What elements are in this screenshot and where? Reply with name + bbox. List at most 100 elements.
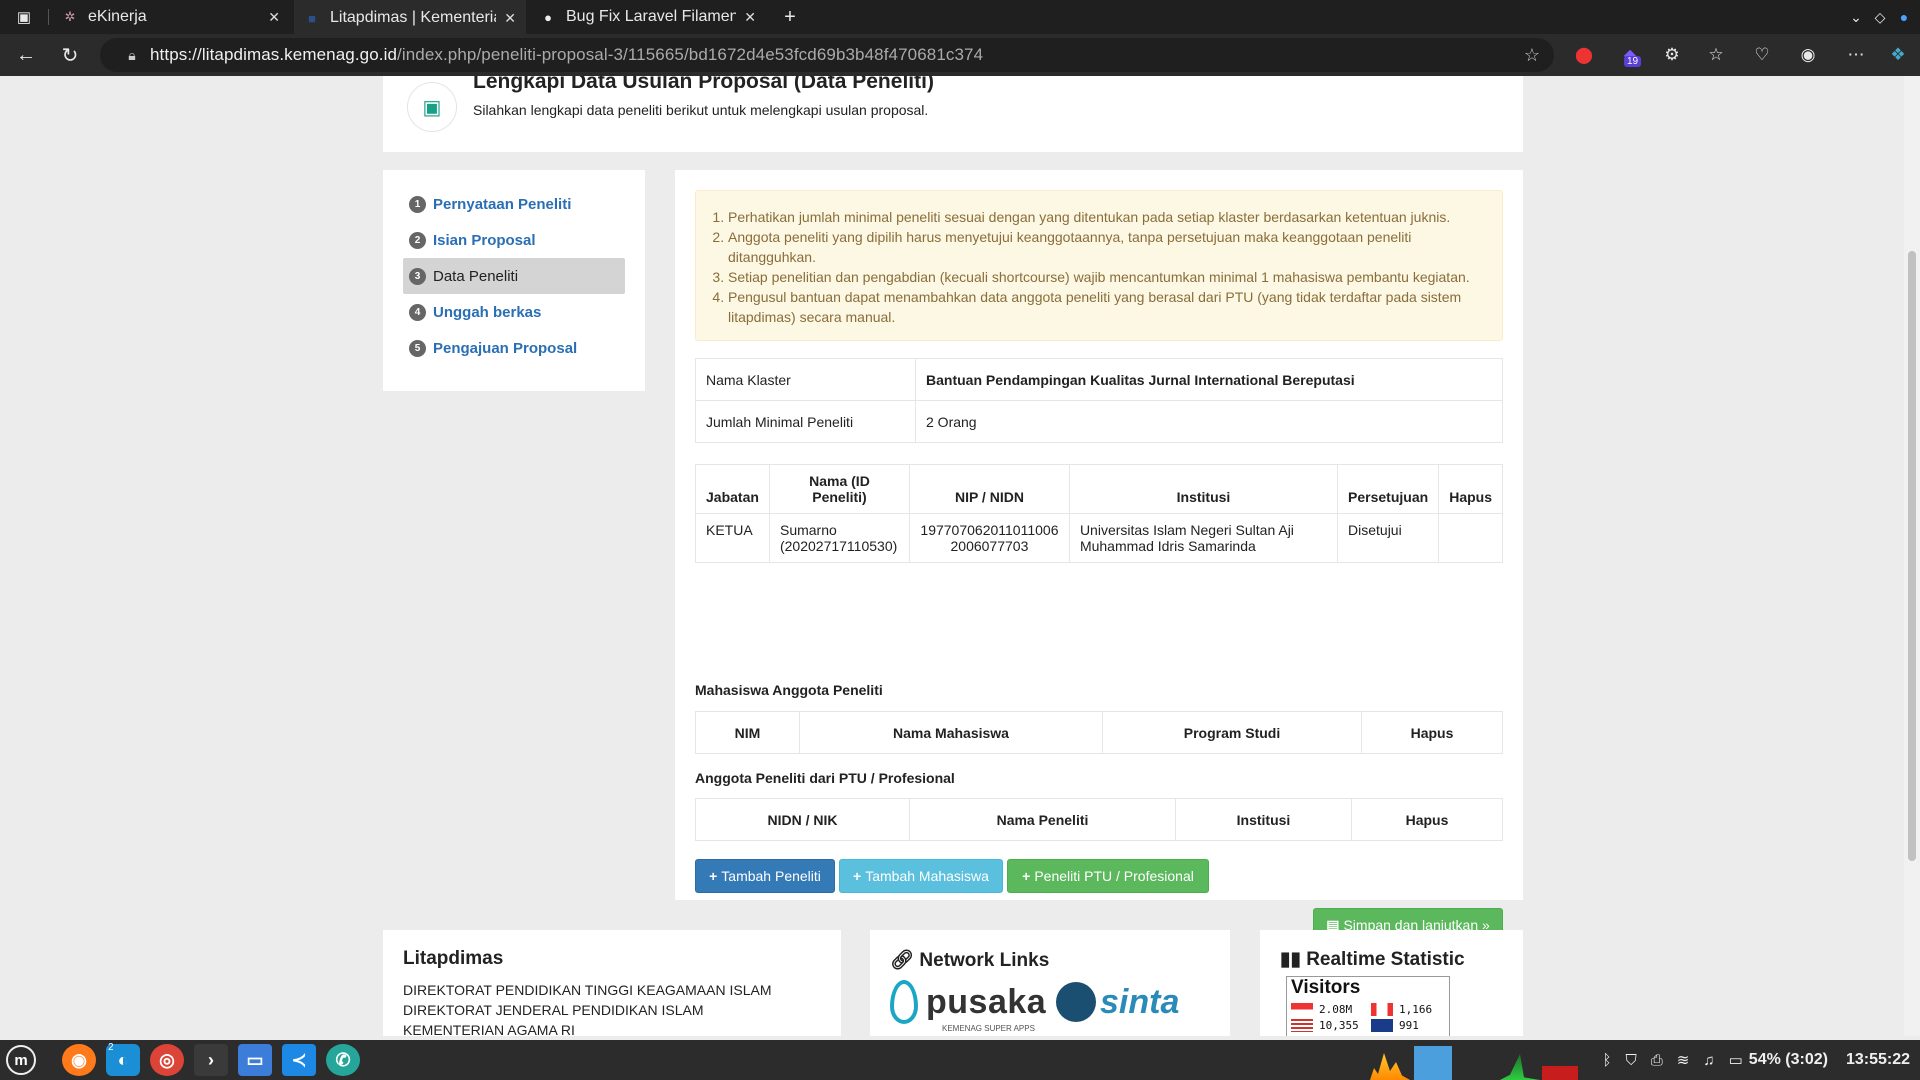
- peneliti-table: Jabatan Nama (ID Peneliti) NIP / NIDN In…: [695, 464, 1503, 563]
- new-tab-icon[interactable]: +: [776, 3, 804, 31]
- back-arrow-icon[interactable]: ←: [12, 41, 40, 69]
- tab-bug-fix[interactable]: ● Bug Fix Laravel Filament ✕: [530, 0, 766, 34]
- wifi-icon[interactable]: ≋: [1677, 1051, 1690, 1069]
- reload-icon[interactable]: ↻: [56, 41, 84, 69]
- visitor-row-id: 2.08M: [1291, 1003, 1352, 1016]
- step-pengajuan-proposal[interactable]: 5 Pengajuan Proposal: [403, 330, 625, 366]
- footer-litapdimas: Litapdimas DIREKTORAT PENDIDIKAN TINGGI …: [383, 930, 841, 1036]
- battery-status[interactable]: 54% (3:02): [1749, 1051, 1828, 1069]
- jumlah-label: Jumlah Minimal Peneliti: [695, 400, 916, 443]
- col-nama: Nama (ID Peneliti): [768, 464, 910, 514]
- close-icon[interactable]: ✕: [504, 10, 516, 27]
- footer-title: ▮▮ Realtime Statistic: [1280, 949, 1465, 970]
- memory-graph: [1414, 1046, 1452, 1080]
- clock[interactable]: 13:55:22: [1846, 1051, 1910, 1069]
- favorites-icon[interactable]: ☆: [1702, 41, 1730, 69]
- page-title: Lengkapi Data Usulan Proposal (Data Pene…: [473, 76, 934, 93]
- visitor-row-us: 10,355: [1291, 1019, 1359, 1032]
- bluetooth-icon[interactable]: ᛒ: [1602, 1052, 1611, 1069]
- sinta-logo-link[interactable]: sinta: [1056, 982, 1179, 1022]
- notice-item: Pengusul bantuan dapat menambahkan data …: [728, 287, 1484, 327]
- battery-icon[interactable]: ▭: [1729, 1051, 1743, 1069]
- scrollbar-thumb[interactable]: [1908, 251, 1916, 861]
- step-isian-proposal[interactable]: 2 Isian Proposal: [403, 222, 625, 258]
- col-nidn-nik: NIDN / NIK: [695, 798, 910, 841]
- browser-essentials-icon[interactable]: ♡: [1748, 41, 1776, 69]
- github-favicon: ●: [544, 9, 552, 25]
- col-hapus: Hapus: [1361, 711, 1503, 754]
- cell-nip: 197707062011011006: [920, 522, 1059, 538]
- col-nip-nidn: NIP / NIDN: [908, 464, 1070, 514]
- tab-label: Bug Fix Laravel Filament: [566, 8, 737, 25]
- data-peneliti-form: Perhatikan jumlah minimal peneliti sesua…: [675, 170, 1523, 942]
- col-persetujuan: Persetujuan: [1337, 464, 1440, 514]
- table-row: Jumlah Minimal Peneliti 2 Orang: [695, 400, 1503, 443]
- tab-litapdimas[interactable]: ■ Litapdimas | Kementeria ✕: [294, 0, 526, 34]
- step-label: Unggah berkas: [433, 303, 542, 321]
- terminal-icon[interactable]: ›: [194, 1044, 228, 1076]
- tab-separator: [48, 9, 49, 25]
- phone-app-icon[interactable]: ✆: [326, 1044, 360, 1076]
- close-icon[interactable]: ✕: [744, 9, 756, 26]
- mahasiswa-table: NIM Nama Mahasiswa Program Studi Hapus: [695, 711, 1503, 754]
- extension-red-icon[interactable]: ⬤: [1570, 41, 1598, 69]
- footer-realtime-statistic: ▮▮ Realtime Statistic Visitors 2.08M 1,1…: [1260, 930, 1523, 1036]
- step-unggah-berkas[interactable]: 4 Unggah berkas: [403, 294, 625, 330]
- visitor-row-au: 991: [1371, 1019, 1419, 1032]
- plus-icon: +: [1022, 868, 1031, 884]
- tab-overview-icon[interactable]: ▣: [10, 3, 38, 31]
- step-pernyataan-peneliti[interactable]: 1 Pernyataan Peneliti: [403, 186, 625, 222]
- pusaka-logo-link[interactable]: pusaka KEMENAG SUPER APPS: [890, 980, 1046, 1033]
- col-hapus: Hapus: [1438, 464, 1503, 514]
- pusaka-drop-icon: [890, 980, 918, 1024]
- audio-icon[interactable]: ♫: [1703, 1052, 1714, 1069]
- tambah-peneliti-button[interactable]: + Tambah Peneliti: [695, 859, 835, 893]
- url-text: https://litapdimas.kemenag.go.id/index.p…: [150, 45, 984, 64]
- extensions-puzzle-icon[interactable]: ⚙: [1658, 41, 1686, 69]
- tambah-mahasiswa-button[interactable]: + Tambah Mahasiswa: [839, 859, 1003, 893]
- jumlah-value: 2 Orang: [915, 400, 1503, 443]
- table-row: Nama Klaster Bantuan Pendampingan Kualit…: [695, 358, 1503, 401]
- page-viewport: ▣ Lengkapi Data Usulan Proposal (Data Pe…: [0, 76, 1904, 1036]
- cell-hapus: [1438, 513, 1503, 563]
- vscode-icon[interactable]: ≺: [282, 1044, 316, 1076]
- footer-title: Litapdimas: [403, 948, 504, 969]
- link-icon: 🔗︎: [890, 950, 920, 971]
- col-nama-peneliti: Nama Peneliti: [909, 798, 1176, 841]
- cell-nidn: 2006077703: [950, 538, 1029, 554]
- browser-profile-icon[interactable]: ●: [1890, 3, 1918, 31]
- address-bar[interactable]: 🔒︎ https://litapdimas.kemenag.go.id/inde…: [100, 38, 1554, 72]
- peneliti-ptu-button[interactable]: + Peneliti PTU / Profesional: [1007, 859, 1209, 893]
- col-program-studi: Program Studi: [1102, 711, 1362, 754]
- table-header-row: NIM Nama Mahasiswa Program Studi Hapus: [695, 711, 1503, 754]
- page-scrollbar[interactable]: [1904, 76, 1920, 1036]
- col-institusi: Institusi: [1175, 798, 1352, 841]
- chrome-icon[interactable]: ◎: [150, 1044, 184, 1076]
- bar-chart-icon: ▮▮: [1280, 949, 1307, 970]
- shield-icon[interactable]: ⛉: [1626, 1052, 1637, 1069]
- firefox-icon[interactable]: ◉: [62, 1044, 96, 1076]
- printer-icon[interactable]: ⎙: [1651, 1052, 1663, 1069]
- step-data-peneliti[interactable]: 3 Data Peneliti: [403, 258, 625, 294]
- footer-network-links: 🔗︎ Network Links pusaka KEMENAG SUPER AP…: [870, 930, 1230, 1036]
- plus-icon: +: [709, 868, 718, 884]
- col-hapus: Hapus: [1351, 798, 1503, 841]
- step-label: Data Peneliti: [433, 267, 519, 285]
- menu-logo-icon[interactable]: m: [6, 1045, 36, 1075]
- col-nim: NIM: [695, 711, 800, 754]
- bag-icon: ▣: [407, 82, 457, 132]
- col-jabatan: Jabatan: [695, 464, 770, 514]
- browser-toolbar: ← ↻ 🔒︎ https://litapdimas.kemenag.go.id/…: [0, 34, 1920, 76]
- step-number: 4: [409, 303, 426, 321]
- australia-flag-icon: [1371, 1019, 1393, 1032]
- cell-nama: Sumarno (20202717110530): [768, 513, 910, 563]
- tab-ekinerja[interactable]: ✲ eKinerja ✕: [52, 0, 290, 34]
- files-folder-icon[interactable]: ▭: [238, 1044, 272, 1076]
- more-menu-icon[interactable]: ⋯: [1842, 41, 1870, 69]
- bookmark-star-icon[interactable]: ☆: [1524, 45, 1540, 66]
- copilot-icon[interactable]: ❖: [1884, 41, 1912, 69]
- close-icon[interactable]: ✕: [268, 9, 280, 26]
- profile-avatar-icon[interactable]: ◉: [1794, 41, 1822, 69]
- indonesia-flag-icon: [1291, 1003, 1313, 1016]
- notice-item: Anggota peneliti yang dipilih harus meny…: [728, 227, 1484, 267]
